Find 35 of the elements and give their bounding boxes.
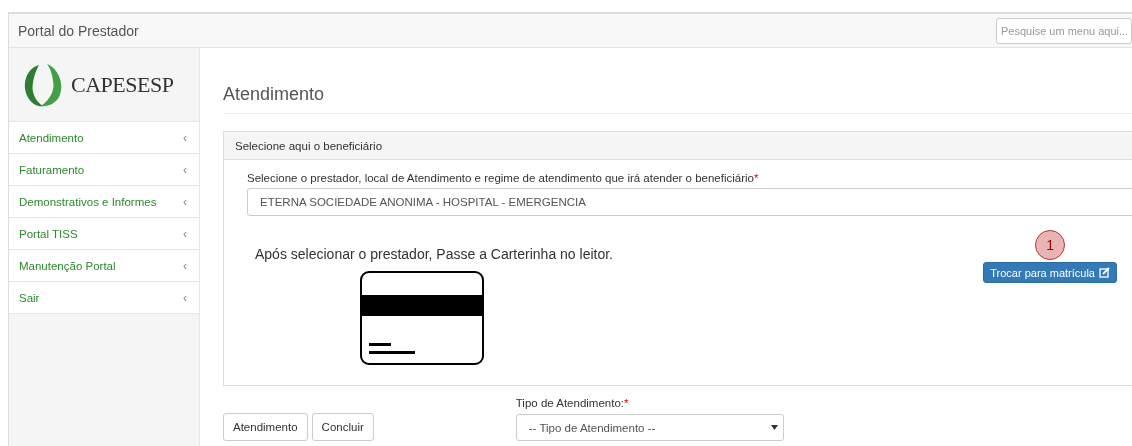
sidebar-item-label: Manutenção Portal xyxy=(19,259,116,272)
provider-field[interactable]: ETERNA SOCIEDADE ANONIMA - HOSPITAL - EMERGENCIA xyxy=(247,188,1132,216)
chevron-icon: ‹ xyxy=(183,290,187,305)
chevron-icon: ‹ xyxy=(183,162,187,177)
sidebar-item-label: Faturamento xyxy=(19,163,85,176)
caret-icon xyxy=(770,425,778,430)
app-title: Portal do Prestador xyxy=(18,22,139,39)
sidebar-item-label: Portal TISS xyxy=(19,227,78,240)
chevron-icon: ‹ xyxy=(183,130,187,145)
page-heading: Atendimento xyxy=(223,84,1132,114)
chevron-icon: ‹ xyxy=(183,194,187,209)
sidebar-item-label: Sair xyxy=(19,291,40,304)
chevron-icon: ‹ xyxy=(183,226,187,241)
field-label: Selecione o prestador, local de Atendimento e regime de atendimento que irá atender o beneficiário* xyxy=(247,172,760,184)
chevron-icon: ‹ xyxy=(183,258,187,273)
sidebar-item[interactable]: Atendimento ‹ xyxy=(9,122,199,154)
card-icon xyxy=(360,271,484,365)
sidebar-item[interactable]: Sair ‹ xyxy=(9,282,199,314)
instruction-text: Após selecionar o prestador, Passe a Carterinha no leitor. xyxy=(255,246,613,262)
switch-button[interactable]: Trocar para matrícula xyxy=(983,262,1117,283)
sidebar-item-label: Demonstrativos e Informes xyxy=(19,195,157,208)
sidebar-item-label: Atendimento xyxy=(19,131,84,144)
search-field[interactable]: Pesquise um menu aqui... xyxy=(996,17,1132,44)
field-label: Tipo de Atendimento:* xyxy=(515,397,630,409)
type-select[interactable]: -- Tipo de Atendimento -- xyxy=(515,414,784,441)
logo-text: CAPESESP xyxy=(71,71,174,98)
sidebar-item[interactable]: Manutenção Portal ‹ xyxy=(9,250,199,282)
sidebar-item[interactable]: Faturamento ‹ xyxy=(9,154,199,186)
edit-icon xyxy=(1099,267,1110,278)
action-button[interactable]: Concluir xyxy=(311,413,374,441)
sidebar-item[interactable]: Portal TISS ‹ xyxy=(9,218,199,250)
annotation-badge: 1 xyxy=(1035,230,1066,260)
action-button[interactable]: Atendimento xyxy=(223,413,308,441)
panel-title: Selecione aqui o beneficiário xyxy=(235,139,383,152)
sidebar-item[interactable]: Demonstrativos e Informes ‹ xyxy=(9,186,199,218)
